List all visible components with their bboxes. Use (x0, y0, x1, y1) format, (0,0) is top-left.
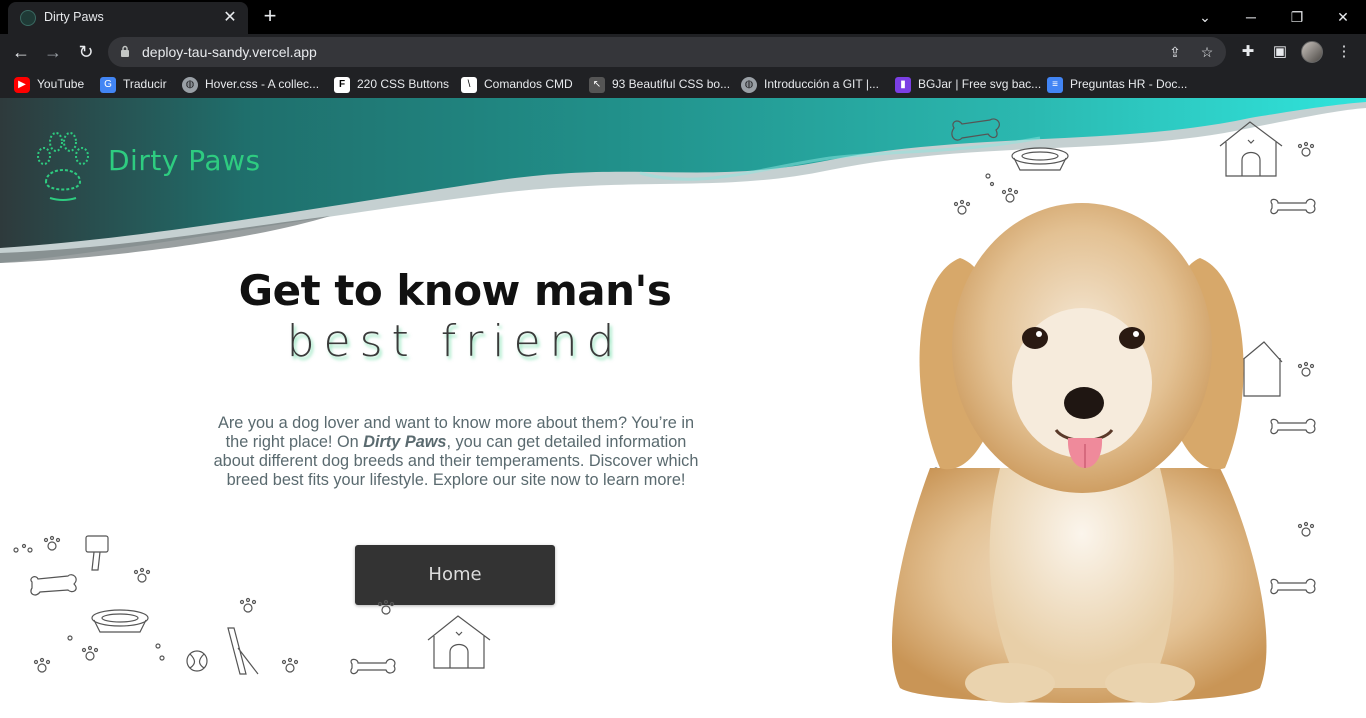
food-bowl-icon (91, 609, 149, 633)
paw-print-icon (1297, 141, 1315, 157)
bookmark-label: BGJar | Free svg bac... (918, 77, 1042, 91)
url-text[interactable]: deploy-tau-sandy.vercel.app (142, 44, 317, 60)
minimize-icon[interactable]: ─ (1228, 4, 1274, 30)
paw-print-icon (43, 535, 61, 551)
bookmark-label: Traducir (123, 77, 167, 91)
bgjar-icon: ▮ (895, 76, 911, 93)
browser-toolbar: ← → ↻ deploy-tau-sandy.vercel.app ⇪ ☆ ✚ … (0, 34, 1366, 70)
lock-icon (121, 45, 129, 57)
paw-print-icon (377, 599, 395, 615)
ball-icon (186, 650, 208, 672)
paw-print-icon (1297, 361, 1315, 377)
brush-icon (85, 535, 109, 571)
globe-icon: ◍ (182, 76, 198, 93)
bookmarks-bar: ▶ YouTube G Traducir ◍ Hover.css - A collec… (0, 70, 1366, 98)
youtube-icon: ▶ (14, 76, 30, 93)
bookmark-item[interactable]: ▶ YouTube (14, 76, 84, 94)
paw-print-icon (239, 597, 257, 613)
doghouse-icon (427, 615, 491, 669)
bookmark-item[interactable]: \ Comandos CMD (461, 76, 573, 94)
bookmark-label: Introducción a GIT |... (764, 77, 879, 91)
bookmark-item[interactable]: ↖ 93 Beautiful CSS bo... (589, 76, 730, 94)
forward-arrow-icon[interactable]: → (40, 39, 66, 65)
paw-print-icon (33, 657, 51, 673)
cmd-icon: \ (461, 76, 477, 93)
tab-search-icon[interactable]: ⌄ (1182, 4, 1228, 30)
food-bowl-icon (1011, 147, 1069, 171)
f-logo-icon: F (334, 76, 350, 93)
bookmark-label: Preguntas HR - Doc... (1070, 77, 1188, 91)
reload-icon[interactable]: ↻ (73, 39, 99, 65)
leash-icon (227, 627, 259, 675)
bookmark-item[interactable]: ◍ Introducción a GIT |... (741, 76, 879, 94)
address-bar[interactable]: deploy-tau-sandy.vercel.app ⇪ ☆ (108, 37, 1226, 67)
new-tab-icon[interactable]: + (258, 5, 282, 29)
extensions-puzzle-icon[interactable]: ✚ (1238, 42, 1258, 62)
paw-print-icon (133, 567, 151, 583)
puppy-image (891, 203, 1267, 703)
paw-print-icon (281, 657, 299, 673)
bookmark-item[interactable]: G Traducir (100, 76, 167, 94)
site-favicon-icon (20, 10, 36, 26)
side-panel-icon[interactable]: ▣ (1270, 42, 1290, 62)
restore-icon[interactable]: ❐ (1274, 4, 1320, 30)
bookmark-item[interactable]: ◍ Hover.css - A collec... (182, 76, 319, 94)
paw-print-icon (1297, 521, 1315, 537)
bone-icon (951, 118, 1000, 141)
docs-icon: ≡ (1047, 76, 1063, 93)
cursor-icon: ↖ (589, 76, 605, 93)
bone-icon (350, 658, 396, 675)
bone-icon (30, 574, 77, 596)
close-tab-icon[interactable]: ✕ (220, 8, 240, 28)
globe-icon: ◍ (741, 76, 757, 93)
back-arrow-icon[interactable]: ← (8, 39, 34, 65)
tab-strip: Dirty Paws ✕ + ⌄ ─ ❐ ✕ (0, 0, 1366, 34)
bookmark-label: Comandos CMD (484, 77, 573, 91)
bookmark-item[interactable]: F 220 CSS Buttons (334, 76, 449, 94)
tab-title: Dirty Paws (44, 10, 104, 24)
profile-avatar[interactable] (1301, 41, 1323, 63)
translate-icon: G (100, 76, 116, 93)
bookmark-label: 220 CSS Buttons (357, 77, 450, 91)
bookmark-label: YouTube (37, 77, 85, 91)
browser-tab[interactable]: Dirty Paws ✕ (8, 2, 248, 34)
share-icon[interactable]: ⇪ (1166, 43, 1184, 61)
bookmark-label: 93 Beautiful CSS bo... (612, 77, 731, 91)
close-window-icon[interactable]: ✕ (1320, 4, 1366, 30)
paw-print-icon (81, 645, 99, 661)
page-viewport: Dirty Paws Get to know man's best friend… (0, 98, 1366, 718)
bookmark-item[interactable]: ▮ BGJar | Free svg bac... (895, 76, 1041, 94)
bookmark-item[interactable]: ≡ Preguntas HR - Doc... (1047, 76, 1187, 94)
bookmark-star-icon[interactable]: ☆ (1198, 43, 1216, 61)
menu-dots-icon[interactable]: ⋮ (1334, 42, 1354, 62)
bookmark-label: Hover.css - A collec... (205, 77, 320, 91)
